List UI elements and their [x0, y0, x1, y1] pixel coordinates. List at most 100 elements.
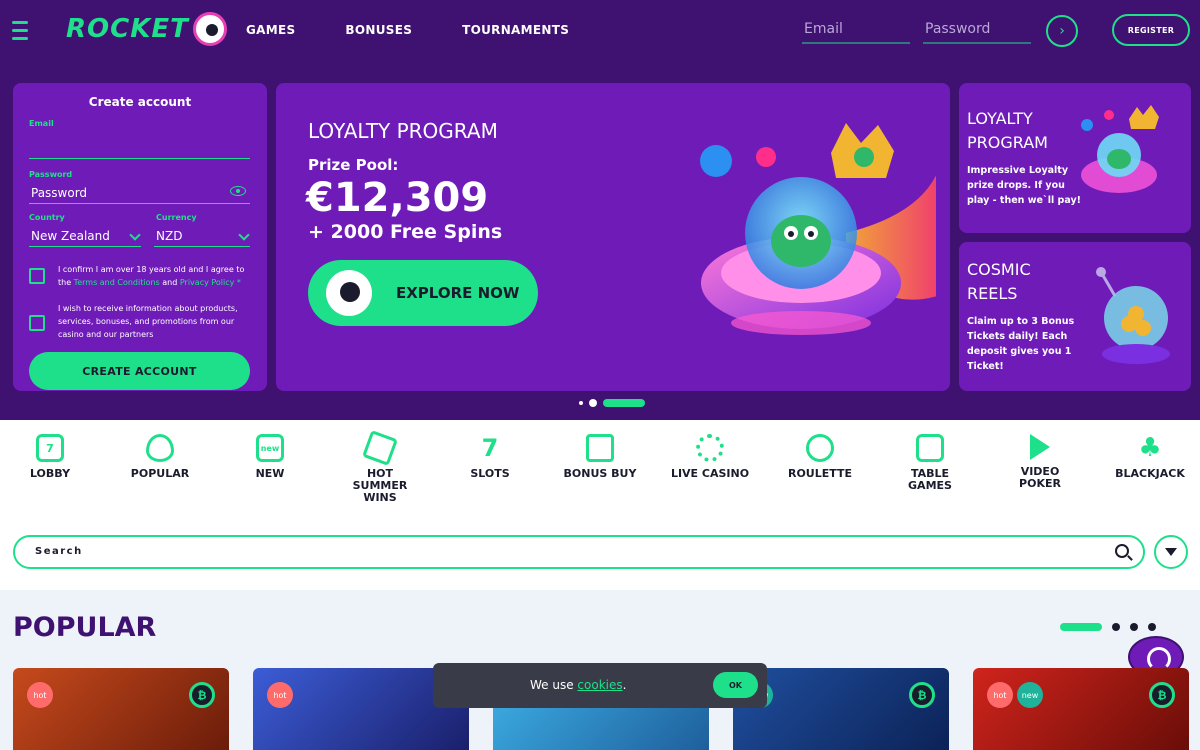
bitcoin-icon: ₿ — [189, 682, 215, 708]
category-label: LIVE CASINO — [670, 467, 750, 480]
game-search-input[interactable]: Search — [13, 535, 1145, 569]
category-bar: 7 LOBBY POPULAR new NEW HOT SUMMER WINS … — [0, 420, 1200, 520]
carousel-dot[interactable] — [589, 399, 597, 407]
login-email-input[interactable] — [802, 16, 910, 44]
lobby-icon: 7 — [36, 434, 64, 462]
currency-select[interactable]: NZD — [154, 225, 250, 247]
create-account-button[interactable]: CREATE ACCOUNT — [29, 352, 250, 390]
top-bar: ROCKET GAMES BONUSES TOURNAMENTS › REGIS… — [0, 0, 1200, 62]
section-title: POPULAR — [13, 612, 157, 643]
category-slots[interactable]: 7 SLOTS — [440, 434, 540, 480]
club-icon: ♣ — [1138, 433, 1162, 463]
page-dot[interactable] — [1130, 623, 1138, 631]
hot-badge: hot — [267, 682, 293, 708]
loyalty-program-card[interactable]: LOYALTY PROGRAM Impressive Loyalty prize… — [959, 83, 1191, 233]
roulette-icon — [806, 434, 834, 462]
prize-pool-amount: €12,309 — [306, 175, 489, 221]
prize-pool-label: Prize Pool: — [308, 156, 399, 174]
new-badge: new — [1017, 682, 1043, 708]
category-label: ROULETTE — [787, 467, 853, 480]
party-icon — [362, 430, 398, 466]
password-label: Password — [29, 170, 73, 179]
login-password-input[interactable] — [923, 16, 1031, 44]
filter-button[interactable] — [1154, 535, 1188, 569]
nav-bonuses[interactable]: BONUSES — [345, 23, 412, 37]
game-card[interactable]: hot new ₿ — [973, 668, 1189, 750]
cookie-text: We use cookies. — [530, 678, 626, 692]
carousel-dot[interactable] — [579, 401, 583, 405]
page-dot[interactable] — [1112, 623, 1120, 631]
category-label: SLOTS — [470, 467, 510, 480]
seven-icon: 7 — [481, 434, 499, 462]
play-icon — [1030, 434, 1050, 460]
card-text: Impressive Loyalty prize drops. If you p… — [967, 165, 1081, 206]
nav-games[interactable]: GAMES — [246, 23, 295, 37]
explore-now-button[interactable]: EXPLORE NOW — [308, 260, 538, 326]
country-select[interactable]: New Zealand — [29, 225, 141, 247]
chevron-down-icon — [129, 229, 141, 241]
ufo-alien-illustration — [700, 123, 936, 335]
cookies-link[interactable]: cookies — [577, 678, 622, 692]
password-value: Password — [31, 186, 88, 200]
category-label: LOBBY — [29, 467, 71, 480]
password-field[interactable]: Password — [29, 182, 250, 204]
category-lobby[interactable]: 7 LOBBY — [0, 434, 100, 480]
category-popular[interactable]: POPULAR — [110, 434, 210, 480]
category-label: BLACKJACK — [1115, 467, 1185, 480]
show-password-icon[interactable] — [230, 186, 246, 196]
carousel-indicator — [579, 399, 645, 407]
category-label: VIDEO POKER — [1019, 465, 1061, 490]
chevron-right-icon: › — [1059, 23, 1065, 39]
banner-title: LOYALTY PROGRAM — [308, 119, 498, 143]
required-star: * — [234, 278, 241, 287]
hot-badge: hot — [987, 682, 1013, 708]
ufo-mini-illustration — [1081, 105, 1159, 193]
cosmic-reels-card[interactable]: COSMIC REELS Claim up to 3 Bonus Tickets… — [959, 242, 1191, 391]
category-label: HOT SUMMER WINS — [352, 467, 408, 504]
new-icon: new — [256, 434, 284, 462]
marketing-text: I wish to receive information about prod… — [58, 304, 238, 339]
cookie-ok-button[interactable]: OK — [713, 672, 758, 698]
terms-link[interactable]: Terms and Conditions — [74, 278, 160, 287]
carousel-dot-active[interactable] — [603, 399, 645, 407]
terms-and: and — [159, 278, 180, 287]
marketing-checkbox[interactable] — [29, 315, 45, 331]
cookie-banner: We use cookies. OK — [433, 663, 767, 708]
terms-checkbox[interactable] — [29, 268, 45, 284]
coin-machine-illustration — [1096, 267, 1170, 364]
category-blackjack[interactable]: ♣ BLACKJACK — [1100, 433, 1200, 480]
page-dot-active[interactable] — [1060, 623, 1102, 631]
flame-icon — [146, 434, 174, 462]
email-field[interactable] — [29, 137, 250, 159]
register-button[interactable]: REGISTER — [1112, 14, 1190, 46]
category-bonus-buy[interactable]: BONUS BUY — [550, 434, 650, 480]
menu-icon[interactable] — [12, 21, 28, 40]
terms-text: I confirm I am over 18 years old and I a… — [58, 263, 258, 289]
category-label: BONUS BUY — [563, 467, 637, 480]
country-label: Country — [29, 213, 65, 222]
search-icon[interactable] — [1115, 544, 1129, 558]
hero-section: Create account Email Password Password C… — [0, 62, 1200, 420]
privacy-link[interactable]: Privacy Policy — [180, 278, 235, 287]
card-title: LOYALTY PROGRAM — [967, 109, 1048, 152]
game-card[interactable]: hot ₿ — [13, 668, 229, 750]
category-video-poker[interactable]: VIDEO POKER — [990, 434, 1090, 490]
login-submit-button[interactable]: › — [1046, 15, 1078, 47]
category-table-games[interactable]: TABLE GAMES — [880, 434, 980, 492]
create-account-title: Create account — [88, 95, 192, 109]
category-roulette[interactable]: ROULETTE — [770, 434, 870, 480]
card-text: Claim up to 3 Bonus Tickets daily! Each … — [967, 316, 1075, 372]
email-label: Email — [29, 119, 54, 128]
bitcoin-icon: ₿ — [1149, 682, 1175, 708]
currency-value: NZD — [156, 229, 183, 243]
page-dot[interactable] — [1148, 623, 1156, 631]
astronaut-logo-icon — [192, 12, 227, 46]
loyalty-banner[interactable]: LOYALTY PROGRAM Prize Pool: €12,309 + 20… — [276, 83, 950, 391]
logo[interactable]: ROCKET — [66, 12, 227, 46]
gift-icon — [586, 434, 614, 462]
category-hot-summer-wins[interactable]: HOT SUMMER WINS — [330, 430, 430, 504]
nav-tournaments[interactable]: TOURNAMENTS — [462, 23, 569, 37]
category-label: NEW — [255, 467, 285, 480]
category-new[interactable]: new NEW — [220, 434, 320, 480]
category-live-casino[interactable]: LIVE CASINO — [660, 434, 760, 480]
